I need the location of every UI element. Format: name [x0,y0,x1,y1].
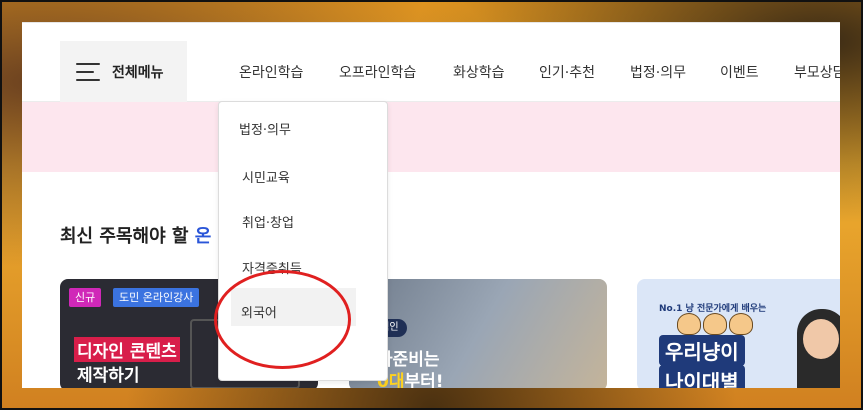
card-title-rest: 부터! [404,372,444,388]
nav-item-online[interactable]: 온라인학습 [239,62,303,82]
card-title-line2: 나이대별 [659,365,745,388]
hamburger-icon [76,63,100,81]
all-menu-button[interactable]: 전체메뉴 [60,41,187,103]
card-title-line1: 디자인 콘텐츠 [74,337,180,362]
new-badge: 신규 [69,288,102,307]
main-navigation: 전체메뉴 온라인학습 오프라인학습 화상학습 인기·추천 법정·의무 이벤트 부… [22,22,840,103]
red-annotation-circle [214,270,351,369]
nav-item-parent[interactable]: 부모상담 [794,62,840,82]
course-card-cats[interactable]: No.1 냥 전문가에게 배우는 우리냥이 나이대별 [637,279,840,388]
submenu-item-job[interactable]: 취업·창업 [242,212,410,231]
card-title-line2: 제작하기 [77,366,140,386]
nav-item-event[interactable]: 이벤트 [720,62,759,82]
instructor-face [803,319,839,359]
cat-illustration [677,313,753,337]
nav-item-offline[interactable]: 오프라인학습 [339,62,416,82]
nav-item-legal[interactable]: 법정·의무 [630,62,686,82]
website-page: 전체메뉴 온라인학습 오프라인학습 화상학습 인기·추천 법정·의무 이벤트 부… [22,22,840,388]
instructor-badge: 도민 온라인강사 [113,288,200,307]
all-menu-label: 전체메뉴 [112,65,164,81]
nav-item-video[interactable]: 화상학습 [453,62,505,82]
section-title-text: 최신 주목해야 할 [60,226,195,247]
section-title-accent: 온 [194,226,212,247]
card-title-line1: 우리냥이 [659,335,745,366]
section-title: 최신 주목해야 할 온 [60,222,211,248]
submenu-item-legal[interactable]: 법정·의무 [239,119,407,138]
promo-banner [22,102,840,172]
nav-item-popular[interactable]: 인기·추천 [539,62,595,82]
submenu-item-civic[interactable]: 시민교육 [242,167,410,186]
